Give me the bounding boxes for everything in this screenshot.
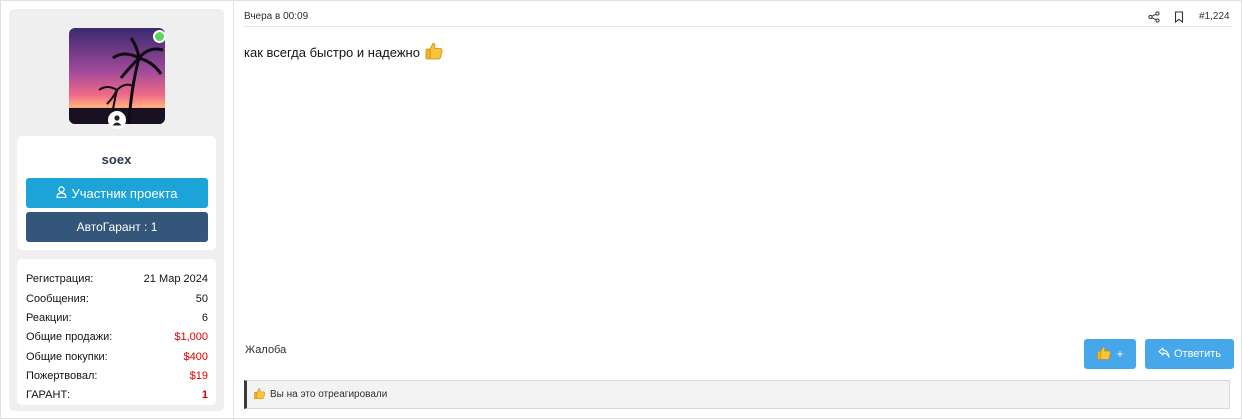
thumbs-up-icon xyxy=(424,41,444,64)
online-indicator xyxy=(153,30,166,43)
stat-value: $19 xyxy=(189,370,208,382)
post-number[interactable]: #1,224 xyxy=(1199,11,1230,22)
divider xyxy=(233,1,234,420)
like-button[interactable]: + xyxy=(1084,339,1136,369)
thumbs-up-icon xyxy=(253,387,266,403)
stat-label: Общие покупки: xyxy=(26,351,108,363)
stat-label: Пожертвовал: xyxy=(26,370,98,382)
stat-row-donated: Пожертвовал: $19 xyxy=(26,370,208,382)
user-badge-icon xyxy=(108,111,126,129)
post-message: как всегда быстро и надежно xyxy=(244,41,444,64)
reply-icon xyxy=(1158,347,1170,361)
member-button[interactable]: Участник проекта xyxy=(26,178,208,208)
garant-button-label: АвтоГарант : 1 xyxy=(76,220,158,234)
user-stats: Регистрация: 21 Мар 2024 Сообщения: 50 Р… xyxy=(17,259,216,405)
stat-value: 1 xyxy=(201,389,208,401)
reactions-text: Вы на это отреагировали xyxy=(270,389,388,400)
stat-value: $400 xyxy=(183,351,208,363)
stat-row-sales: Общие продажи: $1,000 xyxy=(26,331,208,343)
like-plus-label: + xyxy=(1116,347,1124,361)
stat-value: $1,000 xyxy=(174,331,208,343)
avatar[interactable] xyxy=(69,28,165,124)
user-icon xyxy=(56,185,68,201)
avatar-image xyxy=(69,28,165,124)
header-divider xyxy=(244,26,1232,27)
stat-label: Сообщения: xyxy=(26,293,89,305)
reply-button[interactable]: Ответить xyxy=(1145,339,1234,369)
post-date[interactable]: Вчера в 00:09 xyxy=(244,11,308,22)
stat-label: Общие продажи: xyxy=(26,331,113,343)
member-button-label: Участник проекта xyxy=(71,185,178,201)
post-container: soex Участник проекта АвтоГарант : 1 Рег… xyxy=(0,0,1242,420)
stat-row-garant: ГАРАНТ: 1 xyxy=(26,389,208,401)
reactions-bar[interactable]: Вы на это отреагировали xyxy=(244,380,1230,409)
garant-button[interactable]: АвтоГарант : 1 xyxy=(26,212,208,242)
stat-label: Реакции: xyxy=(26,312,72,324)
stat-row-purchases: Общие покупки: $400 xyxy=(26,351,208,363)
stat-label: ГАРАНТ: xyxy=(26,389,71,401)
message-text: как всегда быстро и надежно xyxy=(244,45,420,60)
thumbs-up-icon xyxy=(1096,345,1112,364)
stat-row-messages: Сообщения: 50 xyxy=(26,293,208,305)
share-icon[interactable] xyxy=(1148,10,1160,23)
report-link[interactable]: Жалоба xyxy=(245,344,286,356)
stat-row-registration: Регистрация: 21 Мар 2024 xyxy=(26,273,208,285)
stat-label: Регистрация: xyxy=(26,273,94,285)
stat-value: 21 Мар 2024 xyxy=(143,273,208,285)
stat-row-reactions: Реакции: 6 xyxy=(26,312,208,324)
stat-value: 50 xyxy=(195,293,208,305)
user-card: soex Участник проекта АвтоГарант : 1 xyxy=(17,136,216,250)
bookmark-icon[interactable] xyxy=(1174,10,1184,24)
stat-value: 6 xyxy=(201,312,208,324)
username[interactable]: soex xyxy=(17,152,216,167)
reply-button-label: Ответить xyxy=(1173,348,1222,360)
user-sidebar: soex Участник проекта АвтоГарант : 1 Рег… xyxy=(9,9,224,411)
